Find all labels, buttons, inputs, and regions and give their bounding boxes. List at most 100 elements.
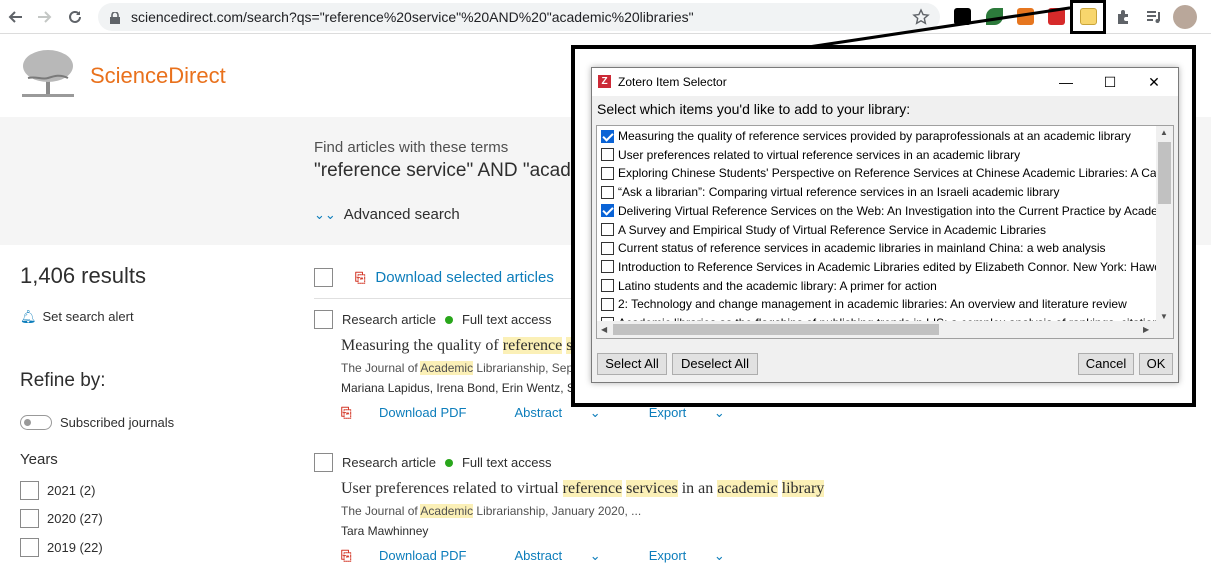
address-bar[interactable]: sciencedirect.com/search?qs="reference%2… — [98, 3, 940, 31]
elsevier-tree-logo[interactable] — [20, 48, 76, 100]
item-title: Introduction to Reference Services in Ac… — [618, 259, 1156, 274]
export-label: Export — [648, 405, 687, 420]
select-all-button[interactable]: Select All — [597, 353, 667, 375]
download-label: Download PDF — [379, 405, 467, 420]
export-label: Export — [648, 548, 687, 563]
title-highlight: reference — [502, 337, 563, 354]
advanced-search-link[interactable]: ⌄⌄ Advanced search — [314, 206, 460, 223]
zotero-item-row[interactable]: Introduction to Reference Services in Ac… — [601, 258, 1156, 276]
item-checkbox[interactable] — [601, 260, 614, 274]
abstract-toggle[interactable]: Abstract ⌄ — [514, 548, 624, 564]
pdf-icon: ⎘ — [341, 405, 352, 420]
result-checkbox[interactable] — [314, 453, 333, 472]
zotero-item-selector-dialog: Z Zotero Item Selector — ☐ ✕ Select whic… — [591, 67, 1179, 383]
zotero-item-row[interactable]: Measuring the quality of reference servi… — [601, 127, 1156, 145]
back-icon[interactable] — [4, 5, 28, 29]
item-title: 2: Technology and change management in a… — [618, 297, 1127, 312]
items-list[interactable]: Measuring the quality of reference servi… — [596, 125, 1174, 339]
item-title: A Survey and Empirical Study of Virtual … — [618, 222, 1046, 237]
scroll-right-icon[interactable]: ▶ — [1143, 325, 1149, 334]
download-pdf-link[interactable]: ⎘ Download PDF — [341, 548, 490, 564]
item-checkbox[interactable] — [601, 148, 614, 162]
item-checkbox[interactable] — [601, 297, 614, 311]
item-title: Exploring Chinese Students' Perspective … — [618, 166, 1156, 181]
journal-text: The Journal of — [341, 504, 421, 518]
extensions-puzzle-icon[interactable] — [1111, 5, 1135, 29]
journal-highlight: Academic — [420, 504, 474, 518]
zotero-item-row[interactable]: “Ask a librarian”: Comparing virtual ref… — [601, 183, 1156, 201]
article-authors: Tara Mawhinney — [341, 524, 429, 538]
search-terms-input[interactable]: "reference service" AND "academic — [314, 160, 611, 182]
set-search-alert-link[interactable]: 🔔︎ Set search alert — [20, 309, 134, 325]
abstract-label: Abstract — [514, 405, 563, 420]
reload-icon[interactable] — [63, 5, 87, 29]
scrollbar-thumb[interactable] — [1158, 142, 1171, 204]
year-checkbox[interactable] — [20, 509, 39, 528]
access-label: Full text access — [461, 455, 552, 470]
export-toggle[interactable]: Export ⌄ — [649, 548, 749, 564]
zotero-item-row[interactable]: Latino students and the academic library… — [601, 277, 1156, 295]
zotero-item-row[interactable]: Delivering Virtual Reference Services on… — [601, 202, 1156, 220]
item-checkbox[interactable] — [601, 223, 614, 236]
title-highlight: reference — [562, 480, 623, 497]
set-alert-label: Set search alert — [42, 309, 134, 324]
journal-text: Librarianship, January 2020, ... — [473, 504, 642, 518]
result-checkbox[interactable] — [314, 310, 333, 329]
subscribed-journals-label: Subscribed journals — [60, 415, 175, 430]
year-label: 2020 (27) — [47, 511, 103, 526]
zotero-item-row[interactable]: 2: Technology and change management in a… — [601, 295, 1156, 313]
maximize-icon[interactable]: ☐ — [1100, 72, 1120, 92]
scroll-left-icon[interactable]: ◀ — [601, 325, 607, 334]
article-title-link[interactable]: User preferences related to virtual refe… — [341, 480, 874, 498]
scrollbar-thumb[interactable] — [613, 324, 939, 335]
year-filter-2019[interactable]: 2019 (22) — [20, 538, 103, 557]
item-checkbox[interactable] — [601, 279, 614, 293]
download-selected-row: ⎘ Download selected articles — [314, 268, 554, 287]
zotero-item-row[interactable]: A Survey and Empirical Study of Virtual … — [601, 221, 1156, 239]
media-control-icon[interactable] — [1142, 5, 1166, 29]
item-checkbox[interactable] — [601, 204, 614, 218]
year-filter-2020[interactable]: 2020 (27) — [20, 509, 103, 528]
scroll-up-icon[interactable]: ▲ — [1160, 128, 1168, 137]
select-all-checkbox[interactable] — [314, 268, 333, 287]
zotero-logo-icon: Z — [598, 75, 611, 88]
title-highlight: library — [781, 480, 825, 497]
forward-icon[interactable] — [32, 5, 56, 29]
years-heading: Years — [20, 451, 58, 468]
article-type: Research article — [342, 455, 436, 470]
export-toggle[interactable]: Export ⌄ — [649, 405, 749, 421]
zotero-item-row[interactable]: User preferences related to virtual refe… — [601, 146, 1156, 164]
download-pdf-link[interactable]: ⎘ Download PDF — [341, 405, 490, 421]
annotation-highlight-box — [1070, 0, 1106, 34]
results-count: 1,406 results — [20, 263, 146, 288]
scroll-down-icon[interactable]: ▼ — [1160, 312, 1168, 321]
zotero-item-row[interactable]: Exploring Chinese Students' Perspective … — [601, 164, 1156, 182]
item-checkbox[interactable] — [601, 241, 614, 255]
zotero-item-row[interactable]: Current status of reference services in … — [601, 239, 1156, 257]
cancel-button[interactable]: Cancel — [1078, 353, 1134, 375]
close-icon[interactable]: ✕ — [1144, 72, 1164, 92]
profile-avatar[interactable] — [1173, 5, 1197, 29]
access-label: Full text access — [461, 312, 552, 327]
download-selected-link[interactable]: Download selected articles — [375, 269, 553, 286]
ok-button[interactable]: OK — [1139, 353, 1173, 375]
sciencedirect-logo[interactable]: ScienceDirect — [90, 63, 226, 89]
item-checkbox[interactable] — [601, 185, 614, 199]
chevron-down-icon: ⌄⌄ — [314, 207, 336, 222]
horizontal-scrollbar[interactable]: ◀ ▶ — [597, 321, 1173, 338]
item-checkbox[interactable] — [601, 166, 614, 180]
year-checkbox[interactable] — [20, 481, 39, 500]
vertical-scrollbar[interactable]: ▲ ▼ — [1156, 126, 1173, 323]
advanced-search-label: Advanced search — [343, 206, 460, 223]
item-title: “Ask a librarian”: Comparing virtual ref… — [618, 185, 1060, 200]
deselect-all-button[interactable]: Deselect All — [672, 353, 758, 375]
subscribed-journals-toggle[interactable] — [20, 415, 52, 430]
chevron-down-icon: ⌄ — [589, 548, 601, 563]
url-text[interactable]: sciencedirect.com/search?qs="reference%2… — [131, 9, 694, 25]
minimize-icon[interactable]: — — [1056, 72, 1076, 92]
dialog-prompt: Select which items you'd like to add to … — [597, 101, 911, 117]
year-filter-2021[interactable]: 2021 (2) — [20, 481, 95, 500]
item-checkbox[interactable] — [601, 129, 614, 143]
abstract-toggle[interactable]: Abstract ⌄ — [514, 405, 624, 421]
year-checkbox[interactable] — [20, 538, 39, 557]
